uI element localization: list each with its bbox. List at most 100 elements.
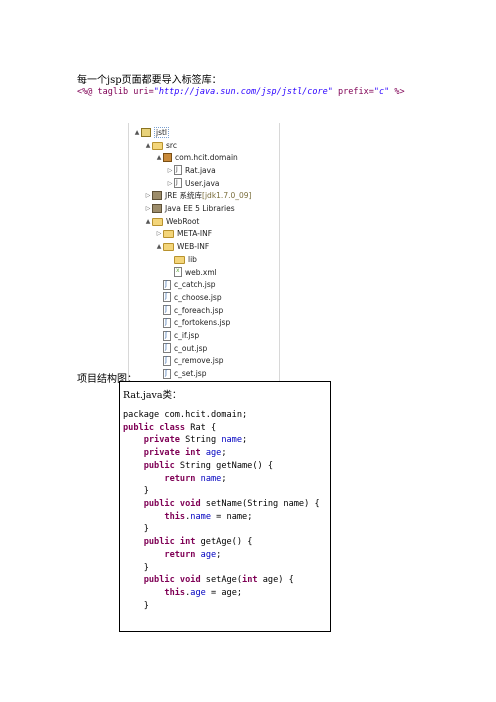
project-explorer-tree: ▲jstl▲src▲com.hcit.domain▷Rat.java▷User.… <box>128 123 280 383</box>
tree-item[interactable]: ▷ META-INF <box>155 228 212 241</box>
tree-item[interactable]: ▷ User.java <box>166 177 220 190</box>
code-line: public void setName(String name) { <box>123 498 320 511</box>
tree-item-label: c_fortokens.jsp <box>174 318 231 328</box>
code-line: } <box>123 523 320 536</box>
folder-icon <box>152 217 163 226</box>
tree-item[interactable]: ▷ JRE 系统库 [jdk1.7.0_09] <box>144 190 251 203</box>
code-line: public int getAge() { <box>123 536 320 549</box>
code-text: = age; <box>205 588 243 599</box>
code-text: String getName() { <box>174 460 274 471</box>
expanded-toggle-icon[interactable]: ▲ <box>155 154 163 161</box>
tree-item[interactable]: c_remove.jsp <box>155 355 224 368</box>
expanded-toggle-icon[interactable]: ▲ <box>144 218 152 225</box>
code-text: getAge() { <box>195 537 253 548</box>
library-icon <box>152 191 162 201</box>
expanded-toggle-icon[interactable]: ▲ <box>133 129 141 136</box>
code-line: return name; <box>123 473 320 486</box>
taglib-prefix-attr: prefix= <box>332 87 374 97</box>
tree-item[interactable]: ▲ WEB-INF <box>155 240 209 253</box>
code-keyword: public class <box>123 422 186 433</box>
tree-item-label: c_catch.jsp <box>174 280 216 290</box>
code-keyword: this <box>164 588 186 599</box>
code-keyword: public int <box>143 537 196 548</box>
code-text: package com.hcit.domain; <box>123 410 248 420</box>
tree-item-label: c_if.jsp <box>174 331 200 341</box>
xml-file-icon <box>174 267 182 278</box>
code-keyword: private <box>143 435 180 446</box>
code-keyword: public void <box>143 499 201 510</box>
code-field: name <box>200 473 222 484</box>
code-text: setName(String name) { <box>200 499 320 510</box>
tree-item-label: User.java <box>185 178 220 188</box>
folder-icon <box>174 255 185 264</box>
java-file-icon <box>174 165 182 176</box>
tree-item[interactable]: ▷ Rat.java <box>166 164 216 177</box>
code-keyword: private int <box>143 448 201 459</box>
folder-icon <box>163 243 174 252</box>
taglib-prefix-value: "c" <box>373 87 390 97</box>
tree-item-label: META-INF <box>177 229 213 239</box>
tree-item[interactable]: web.xml <box>166 266 217 279</box>
code-text: ; <box>221 473 227 484</box>
collapsed-toggle-icon[interactable]: ▷ <box>144 205 152 212</box>
intro-text: 每一个jsp页面都要导入标签库： <box>77 75 222 86</box>
code-caption: Rat.java类： <box>123 390 182 401</box>
tree-item[interactable]: c_out.jsp <box>155 342 207 355</box>
jsp-file-icon <box>163 305 171 316</box>
code-line: private int age; <box>123 447 320 460</box>
collapsed-toggle-icon[interactable]: ▷ <box>155 230 163 237</box>
code-keyword: public void <box>143 575 201 586</box>
tree-item-label: WEB-INF <box>177 242 210 252</box>
jsp-file-icon <box>163 355 171 366</box>
tree-item-suffix: [jdk1.7.0_09] <box>202 191 252 201</box>
code-line: this.name = name; <box>123 511 320 524</box>
code-field: name <box>221 435 243 446</box>
tree-item[interactable]: ▲ com.hcit.domain <box>155 151 238 164</box>
tree-item[interactable]: c_set.jsp <box>155 367 206 380</box>
tree-item-label: Rat.java <box>185 165 216 175</box>
collapsed-toggle-icon[interactable]: ▷ <box>166 180 174 187</box>
tree-item[interactable]: lib <box>166 253 197 266</box>
tree-item[interactable]: c_foreach.jsp <box>155 304 223 317</box>
taglib-open: <%@ taglib <box>77 87 134 97</box>
code-line: return age; <box>123 549 320 562</box>
project-icon <box>141 127 151 137</box>
code-text: age) { <box>257 575 294 586</box>
collapsed-toggle-icon[interactable]: ▷ <box>144 192 152 199</box>
jsp-file-icon <box>163 343 171 354</box>
expanded-toggle-icon[interactable]: ▲ <box>155 243 163 250</box>
code-keyword: return <box>164 549 196 560</box>
code-text: } <box>123 562 149 573</box>
tree-item-label: com.hcit.domain <box>175 153 238 163</box>
tree-item[interactable]: ▷ Java EE 5 Libraries <box>144 202 235 215</box>
tree-item[interactable]: ▲ src <box>144 139 177 152</box>
code-line: } <box>123 485 320 498</box>
folder-icon <box>163 230 174 239</box>
code-text: } <box>123 600 149 611</box>
collapsed-toggle-icon[interactable]: ▷ <box>166 167 174 174</box>
code-text: = name; <box>211 511 253 522</box>
tree-item[interactable]: ▲ jstl <box>133 126 170 139</box>
code-field: age <box>200 549 217 560</box>
tree-item-label: Java EE 5 Libraries <box>165 204 235 214</box>
java-code: package com.hcit.domain; public class Rat… <box>123 409 320 613</box>
tree-item[interactable]: ▲ WebRoot <box>144 215 199 228</box>
code-text: Rat { <box>185 422 217 433</box>
tree-item-label: JRE 系统库 <box>165 191 203 201</box>
expanded-toggle-icon[interactable]: ▲ <box>144 142 152 149</box>
source-folder-icon <box>152 141 163 150</box>
tree-item[interactable]: c_if.jsp <box>155 329 199 342</box>
taglib-uri-value: "http://java.sun.com/jsp/jstl/core" <box>153 87 333 97</box>
code-line: public void setAge(int age) { <box>123 574 320 587</box>
tree-item[interactable]: c_fortokens.jsp <box>155 317 230 330</box>
tree-item[interactable]: c_choose.jsp <box>155 291 222 304</box>
tree-item[interactable]: c_catch.jsp <box>155 278 216 291</box>
code-keyword: public <box>143 460 175 471</box>
code-keyword: return <box>164 473 196 484</box>
code-keyword: this <box>164 511 186 522</box>
code-text: String <box>179 435 222 446</box>
